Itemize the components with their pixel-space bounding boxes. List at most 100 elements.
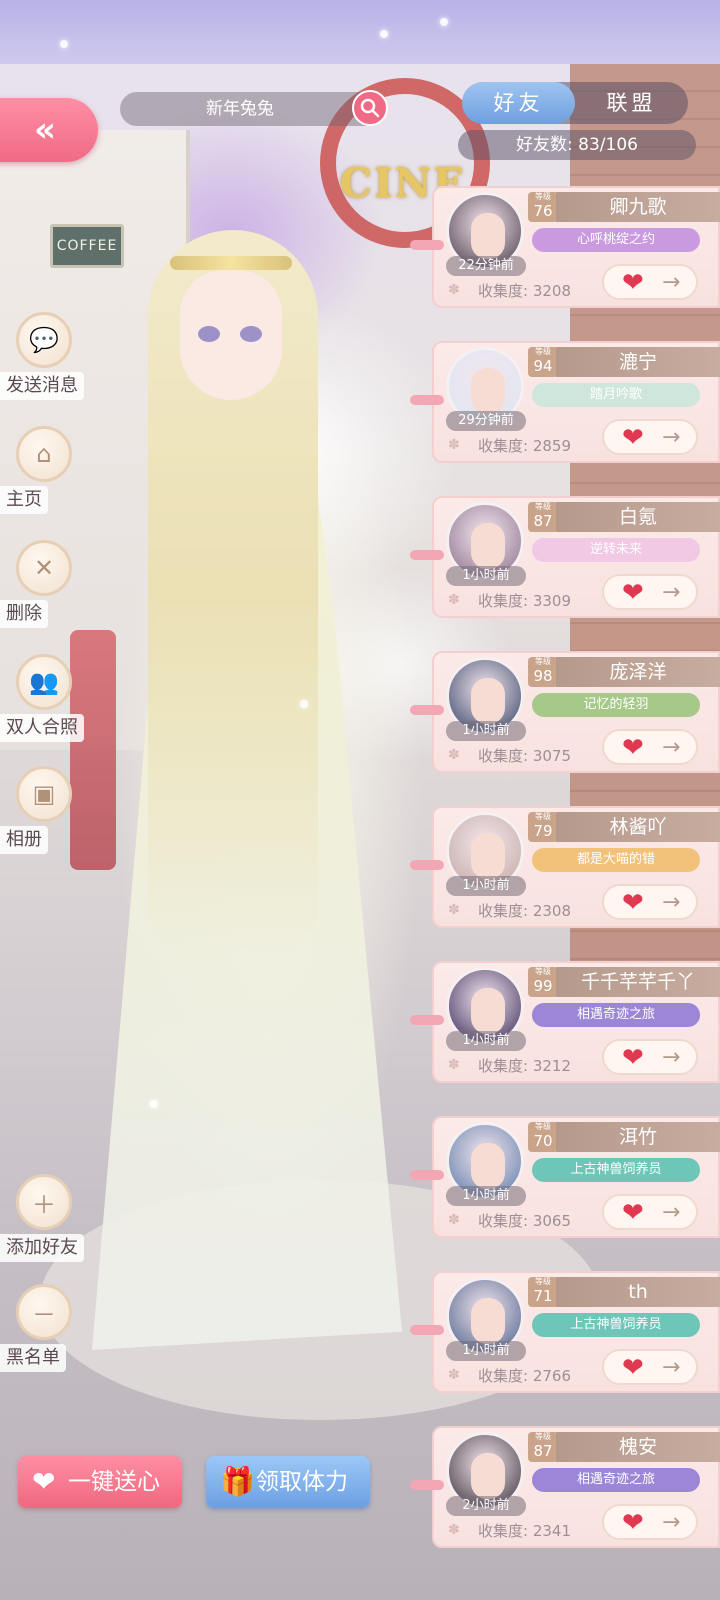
send-heart-button[interactable]: ❤ → [602,1349,698,1385]
last-online-time: 1小时前 [446,1031,526,1051]
friend-card[interactable]: 1小时前 等级 70 洱竹 上古神兽饲养员 ✽ 收集度: 3065 ❤ → [410,1116,720,1238]
collection-prefix: 收集度: [478,592,529,610]
character-eye [198,326,220,342]
friend-card[interactable]: 29分钟前 等级 94 漉宁 踏月吟歌 ✽ 收集度: 2859 ❤ → [410,341,720,463]
blacklist-minus-icon[interactable]: － [16,1284,72,1340]
friend-card[interactable]: 1小时前 等级 98 庞泽洋 记忆的轻羽 ✽ 收集度: 3075 ❤ → [410,651,720,773]
send-heart-button[interactable]: ❤ → [602,419,698,455]
heart-icon: ❤ [622,1508,644,1538]
friend-title-badge: 相遇奇迹之旅 [532,1468,700,1492]
level-badge: 等级 76 [528,192,558,222]
couple-photo-icon[interactable]: 👥 [16,654,72,710]
send-all-hearts-label: 一键送心 [68,1469,160,1495]
home-icon[interactable]: ⌂ [16,426,72,482]
collection-prefix: 收集度: [478,902,529,920]
avatar-face [471,523,505,569]
collection-prefix: 收集度: [478,437,529,455]
send-heart-button[interactable]: ❤ → [602,1194,698,1230]
collection-score: 收集度: 2859 [478,435,571,456]
collection-score: 收集度: 3075 [478,745,571,766]
send-heart-button[interactable]: ❤ → [602,884,698,920]
friend-card[interactable]: 2小时前 等级 87 槐安 相遇奇迹之旅 ✽ 收集度: 2341 ❤ → [410,1426,720,1548]
send-heart-button[interactable]: ❤ → [602,574,698,610]
collection-prefix: 收集度: [478,1367,529,1385]
pointer-arrow-icon [410,1170,444,1180]
back-button[interactable]: « [0,98,98,162]
delete-x-icon[interactable]: ✕ [16,540,72,596]
claim-stamina-button[interactable]: 🎁 领取体力 [206,1456,370,1508]
level-number: 76 [533,202,553,220]
claim-stamina-label: 领取体力 [256,1469,348,1495]
character-eye [240,326,262,342]
heart-icon: ❤ [622,1043,644,1073]
arrow-right-icon: → [662,1200,681,1225]
collection-score: 收集度: 3208 [478,280,571,301]
friend-card[interactable]: 1小时前 等级 99 千千芊芊千丫 相遇奇迹之旅 ✽ 收集度: 3212 ❤ → [410,961,720,1083]
collection-score: 收集度: 2341 [478,1520,571,1541]
arrow-right-icon: → [662,1045,681,1070]
side-action-label: 双人合照 [0,714,84,742]
level-badge: 等级 99 [528,967,558,997]
friend-name: 漉宁 [556,347,720,377]
friend-name: 槐安 [556,1432,720,1462]
level-number: 70 [533,1132,553,1150]
friend-card[interactable]: 1小时前 等级 87 白氪 逆转未来 ✽ 收集度: 3309 ❤ → [410,496,720,618]
collection-value: 3065 [532,1212,572,1230]
last-online-time: 22分钟前 [446,256,526,276]
flower-icon: ✽ [448,437,460,453]
heart-icon: ❤ [622,268,644,298]
level-tag: 等级 [535,967,551,976]
send-all-hearts-button[interactable]: ❤ 一键送心 [18,1456,182,1508]
flower-icon: ✽ [448,1522,460,1538]
sparkle [150,1100,158,1108]
friends-guild-tabs: 好友 联盟 [462,82,688,124]
double-chevron-left-icon: « [34,110,56,150]
pointer-arrow-icon [410,240,444,250]
heart-icon: ❤ [622,888,644,918]
send-heart-button[interactable]: ❤ → [602,1504,698,1540]
send-heart-button[interactable]: ❤ → [602,729,698,765]
send-heart-button[interactable]: ❤ → [602,264,698,300]
arrow-right-icon: → [662,270,681,295]
album-icon[interactable]: ▣ [16,766,72,822]
search-bar[interactable]: 新年兔兔 [120,92,382,126]
friend-title-badge: 踏月吟歌 [532,383,700,407]
level-number: 98 [533,667,553,685]
tab-guild[interactable]: 联盟 [575,82,688,124]
heart-icon: ❤ [622,578,644,608]
pointer-arrow-icon [410,395,444,405]
arrow-right-icon: → [662,425,681,450]
friend-title-badge: 记忆的轻羽 [532,693,700,717]
tab-friends[interactable]: 好友 [462,82,575,124]
level-badge: 等级 87 [528,502,558,532]
level-tag: 等级 [535,192,551,201]
friend-name: th [556,1277,720,1307]
side-action-label: 黑名单 [0,1344,66,1372]
chat-bubble-icon[interactable]: 💬 [16,312,72,368]
side-action-label: 发送消息 [0,372,84,400]
collection-value: 2341 [532,1522,572,1540]
collection-score: 收集度: 3212 [478,1055,571,1076]
side-action-label: 主页 [0,486,48,514]
flower-icon: ✽ [448,747,460,763]
arrow-right-icon: → [662,890,681,915]
sparkle [60,40,68,48]
friend-card[interactable]: 22分钟前 等级 76 卿九歌 心呼桃绽之约 ✽ 收集度: 3208 ❤ → [410,186,720,308]
add-icon[interactable]: ＋ [16,1174,72,1230]
send-heart-button[interactable]: ❤ → [602,1039,698,1075]
collection-score: 收集度: 2766 [478,1365,571,1386]
friend-card[interactable]: 1小时前 等级 79 林酱吖 都是大喵的错 ✽ 收集度: 2308 ❤ → [410,806,720,928]
collection-score: 收集度: 3309 [478,590,571,611]
level-badge: 等级 70 [528,1122,558,1152]
sparkle [380,30,388,38]
pointer-arrow-icon [410,860,444,870]
friend-card[interactable]: 1小时前 等级 71th 上古神兽饲养员 ✽ 收集度: 2766 ❤ → [410,1271,720,1393]
avatar-face [471,1298,505,1344]
search-button[interactable] [352,90,388,126]
level-number: 99 [533,977,553,995]
last-online-time: 1小时前 [446,721,526,741]
level-tag: 等级 [535,1122,551,1131]
hearts-icon: ❤ [32,1465,56,1498]
arrow-right-icon: → [662,1355,681,1380]
level-number: 94 [533,357,553,375]
